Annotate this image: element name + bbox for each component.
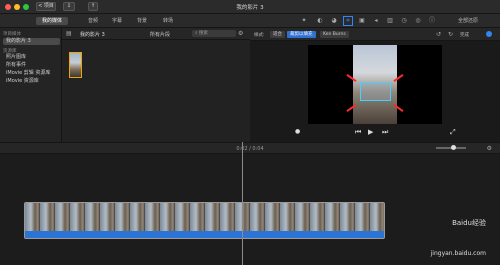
video-preview bbox=[308, 45, 442, 124]
microphone-icon[interactable]: ● bbox=[295, 128, 300, 135]
search-placeholder: 搜索 bbox=[198, 31, 208, 36]
browser-title: 我的影片 3 bbox=[80, 32, 105, 38]
crop-controls-bar: 样式: 适合 裁剪以填充 Ken Burns ↺ ↻ 完成 bbox=[250, 28, 500, 41]
sidebar-item-imovie-library[interactable]: iMovie 资源库 bbox=[3, 78, 60, 85]
ken-burns-button[interactable]: Ken Burns bbox=[320, 31, 349, 38]
info-icon[interactable]: ⓘ bbox=[428, 17, 436, 25]
sidebar-item-photos[interactable]: 照片图库 bbox=[3, 54, 60, 61]
skip-back-icon[interactable]: ⏮ bbox=[355, 128, 361, 137]
settings-icon[interactable]: ⚙ bbox=[238, 30, 243, 37]
reset-crop-button[interactable]: 完成 bbox=[460, 32, 469, 38]
fit-button[interactable]: 适合 bbox=[270, 31, 285, 38]
timeline-settings-icon[interactable]: ⚙ bbox=[487, 145, 492, 152]
apply-crop-icon[interactable] bbox=[486, 31, 492, 37]
crop-rectangle[interactable] bbox=[360, 82, 391, 101]
window-title: 我的影片 3 bbox=[236, 5, 264, 11]
speed-icon[interactable]: ◷ bbox=[400, 17, 408, 25]
rotate-right-icon[interactable]: ↻ bbox=[448, 31, 453, 38]
project-media-header: 项目媒体 bbox=[3, 32, 21, 37]
tab-transitions[interactable]: 转场 bbox=[157, 17, 179, 25]
browser-toolbar: ▤ 我的影片 3 所有片段 ⌕ 搜索 ⚙ bbox=[62, 28, 250, 40]
sidebar-item-imovie-clips-library[interactable]: iMovie 剪辑 资源库 bbox=[3, 70, 60, 77]
watermark-url: jingyan.baidu.com bbox=[430, 250, 486, 257]
baidu-logo-watermark: Baidu经验 bbox=[452, 219, 486, 227]
clip-filter-select[interactable]: 所有片段 bbox=[150, 31, 170, 38]
sidebar-item-all-events[interactable]: 所有事件 bbox=[3, 62, 60, 69]
zoom-slider-knob[interactable] bbox=[451, 145, 456, 150]
top-toolbar: 我的媒体 音频 字幕 背景 转场 ✦ ◐ ◕ ⌗ ▣ ◂ ▥ ◷ ◎ ⓘ 全部还… bbox=[0, 14, 500, 28]
play-icon[interactable]: ▶ bbox=[368, 128, 373, 136]
reset-all-button[interactable]: 全部还原 bbox=[458, 17, 478, 24]
sidebar-toggle-icon[interactable]: ▤ bbox=[66, 30, 72, 37]
viewer-panel: 样式: 适合 裁剪以填充 Ken Burns ↺ ↻ 完成 ● ⏮ ▶ ⏭ ⤢ bbox=[250, 28, 500, 142]
crop-icon[interactable]: ⌗ bbox=[343, 16, 353, 26]
timecode-display: 0:02 / 0:04 bbox=[236, 146, 264, 152]
tab-audio[interactable]: 音频 bbox=[82, 17, 104, 25]
sidebar-item-project[interactable]: 我的影片 3 bbox=[3, 38, 60, 45]
clip-audio-waveform bbox=[25, 231, 384, 238]
tab-my-media[interactable]: 我的媒体 bbox=[36, 17, 69, 25]
fullscreen-icon[interactable]: ⤢ bbox=[450, 128, 456, 137]
title-bar: < 项目 ⇩ ↑ 我的影片 3 bbox=[0, 0, 500, 14]
style-label: 样式: bbox=[254, 33, 265, 38]
tab-backgrounds[interactable]: 背景 bbox=[131, 17, 153, 25]
color-balance-icon[interactable]: ◐ bbox=[316, 17, 324, 25]
timeline[interactable] bbox=[0, 154, 500, 265]
noise-reduction-icon[interactable]: ▥ bbox=[386, 17, 394, 25]
filter-icon[interactable]: ◎ bbox=[414, 17, 422, 25]
media-browser: ▤ 我的影片 3 所有片段 ⌕ 搜索 ⚙ bbox=[62, 28, 250, 142]
video-clip[interactable] bbox=[24, 202, 385, 239]
playhead[interactable] bbox=[242, 142, 243, 265]
tab-titles[interactable]: 字幕 bbox=[106, 17, 128, 25]
skip-forward-icon[interactable]: ⏭ bbox=[382, 128, 388, 137]
library-sidebar: 项目媒体 我的影片 3 资源库 照片图库 所有事件 iMovie 剪辑 资源库 … bbox=[0, 28, 62, 142]
volume-icon[interactable]: ◂ bbox=[372, 17, 380, 25]
color-correction-icon[interactable]: ◕ bbox=[330, 17, 338, 25]
magic-wand-icon[interactable]: ✦ bbox=[300, 17, 308, 25]
stabilize-icon[interactable]: ▣ bbox=[358, 17, 366, 25]
crop-to-fill-button[interactable]: 裁剪以填充 bbox=[287, 31, 316, 38]
search-icon: ⌕ bbox=[195, 31, 198, 36]
search-input[interactable]: ⌕ 搜索 bbox=[192, 30, 236, 37]
clip-filmstrip bbox=[25, 203, 384, 233]
media-thumbnail[interactable] bbox=[69, 52, 82, 78]
timeline-toolbar: 0:02 / 0:04 ⚙ bbox=[0, 142, 500, 154]
rotate-left-icon[interactable]: ↺ bbox=[436, 31, 441, 38]
